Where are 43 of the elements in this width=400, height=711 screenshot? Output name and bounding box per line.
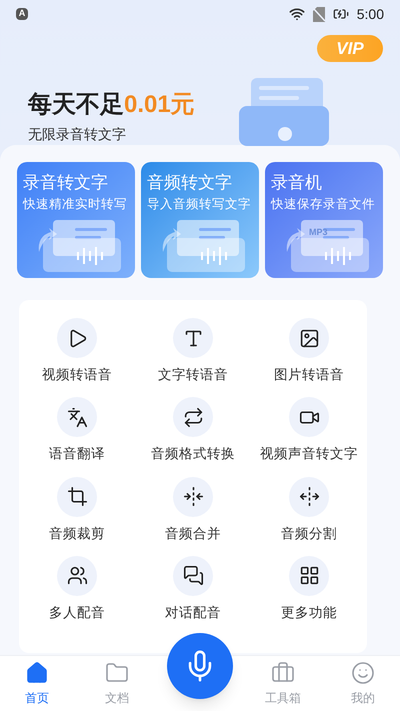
status-time: 5:00: [356, 4, 384, 24]
tool-item[interactable]: 音频格式转换: [135, 397, 251, 464]
tool-item[interactable]: 多人配音: [19, 556, 135, 623]
tool-item[interactable]: 音频裁剪: [19, 476, 135, 544]
crop-icon: [57, 476, 97, 516]
image-icon: [289, 318, 329, 358]
repeat-icon: [173, 397, 213, 438]
promo-subtitle: 无限录音转文字: [28, 125, 127, 144]
tool-item[interactable]: 更多功能: [251, 556, 367, 623]
toolbox-icon: [271, 660, 295, 684]
play-icon: [57, 318, 97, 358]
notification-icon: A: [16, 8, 28, 20]
video-camera-icon: [289, 397, 329, 438]
folder-icon: [105, 660, 129, 684]
tool-item[interactable]: 文字转语音: [135, 318, 251, 386]
tool-item[interactable]: 语音翻译: [19, 397, 135, 464]
tool-item[interactable]: 视频转语音: [19, 318, 135, 386]
wifi-icon: [288, 6, 305, 22]
grid-icon: [289, 556, 329, 596]
card-subtitle: 导入音频转写文字: [147, 196, 251, 213]
home-icon: [25, 660, 49, 684]
feature-card[interactable]: 录音机 快速保存录音文件 MP3: [265, 162, 383, 278]
people-icon: [57, 556, 97, 596]
tool-item[interactable]: 视频声音转文字: [251, 397, 367, 464]
promo-headline: 每天不足0.01元: [28, 90, 195, 120]
card-title: 录音机: [271, 172, 322, 194]
tool-item[interactable]: 图片转语音: [251, 318, 367, 386]
nav-tab[interactable]: 首页: [7, 660, 67, 706]
chat-icon: [173, 556, 213, 596]
tool-item[interactable]: 对话配音: [135, 556, 251, 623]
tool-item[interactable]: 音频合并: [135, 476, 251, 544]
translate-icon: [57, 397, 97, 438]
card-subtitle: 快速保存录音文件: [271, 196, 375, 213]
split-icon: [289, 476, 329, 516]
file-type-label: MP3: [309, 226, 328, 239]
card-title: 音频转文字: [147, 172, 232, 194]
no-signal-icon: [312, 6, 325, 22]
smile-icon: [351, 660, 375, 684]
tool-item[interactable]: 音频分割: [251, 476, 367, 544]
card-title: 录音转文字: [23, 172, 108, 194]
text-icon: [173, 318, 213, 358]
merge-icon: [173, 476, 213, 516]
card-subtitle: 快速精准实时转写: [23, 196, 127, 213]
